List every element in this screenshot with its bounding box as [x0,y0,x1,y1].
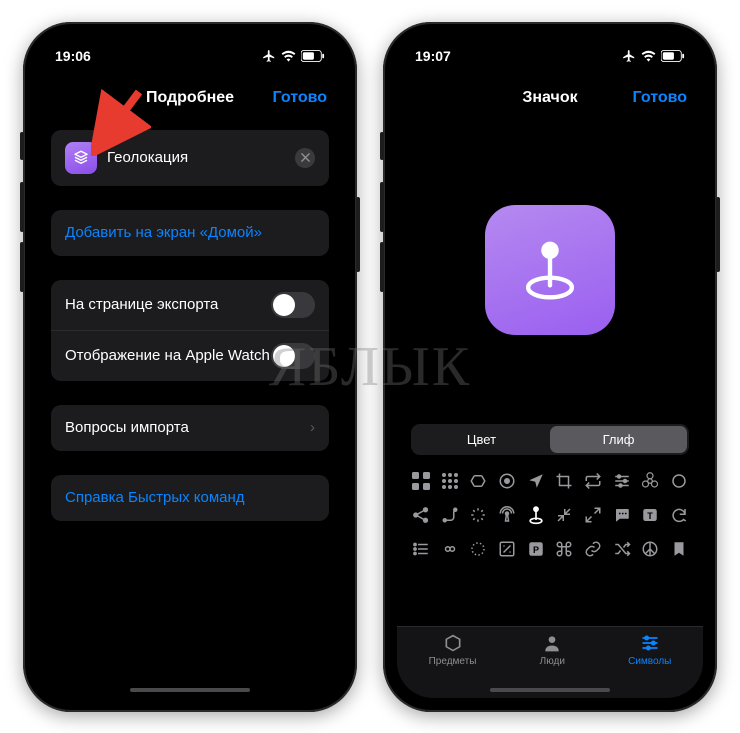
segmented-control[interactable]: Цвет Глиф [411,424,689,455]
status-time: 19:07 [415,48,451,64]
glyph-message-icon[interactable] [610,503,634,527]
glyph-bookmark-icon[interactable] [667,537,691,561]
glyph-sliders-icon[interactable] [610,469,634,493]
person-icon [541,633,563,653]
shortcuts-help-label: Справка Быстрых команд [65,489,245,506]
chevron-right-icon: › [310,419,315,436]
glyph-loading-icon[interactable] [466,503,490,527]
done-button[interactable]: Готово [633,89,687,107]
glyph-shuffle-icon[interactable] [610,537,634,561]
page-title: Значок [522,89,577,107]
svg-text:T: T [648,510,654,520]
glyph-spinner-icon[interactable] [466,537,490,561]
sliders-icon [639,633,661,653]
show-on-watch-row[interactable]: Отображение на Apple Watch [51,331,329,381]
cube-icon [442,633,464,653]
glyph-text-icon[interactable]: T [638,503,662,527]
svg-text:P: P [533,544,539,554]
show-on-watch-toggle[interactable] [271,343,315,369]
glyph-list-icon[interactable] [409,537,433,561]
wifi-icon [281,50,296,62]
tab-objects-label: Предметы [429,656,477,667]
glyph-location-arrow-icon[interactable] [524,469,548,493]
glyph-biohazard-icon[interactable] [638,469,662,493]
glyph-grid-icon[interactable] [409,469,433,493]
glyph-recycle-icon[interactable] [466,469,490,493]
tab-symbols[interactable]: Символы [628,633,671,698]
glyph-arrow-in-icon[interactable] [552,503,576,527]
tab-objects[interactable]: Предметы [429,633,477,698]
status-time: 19:06 [55,48,91,64]
clear-name-button[interactable] [295,148,315,168]
show-on-export-label: На странице экспорта [65,296,218,313]
glyph-arrow-out-icon[interactable] [581,503,605,527]
glyph-signal-icon[interactable] [667,469,691,493]
tab-bar: Предметы Люди Символы [397,626,703,698]
glyph-pin-selected-icon[interactable] [524,503,548,527]
import-questions-label: Вопросы импорта [65,419,189,436]
glyph-refresh-icon[interactable] [667,503,691,527]
battery-icon [661,50,685,62]
glyph-repeat-icon[interactable] [581,469,605,493]
glyph-route-icon[interactable] [438,503,462,527]
glyph-link-icon[interactable] [581,537,605,561]
show-on-watch-label: Отображение на Apple Watch [65,347,270,364]
import-questions-row[interactable]: Вопросы импорта › [51,405,329,451]
home-indicator[interactable] [490,688,610,692]
segment-color[interactable]: Цвет [413,426,550,453]
done-button[interactable]: Готово [273,89,327,107]
glyph-parking-icon[interactable]: P [524,537,548,561]
glyph-podcast-icon[interactable] [495,503,519,527]
navbar: Значок Готово [397,76,703,120]
wifi-icon [641,50,656,62]
battery-icon [301,50,325,62]
page-title: Подробнее [146,89,234,107]
phone-right: 19:07 Значок Готово [383,22,717,712]
show-on-export-row[interactable]: На странице экспорта [51,280,329,331]
add-to-home-label: Добавить на экран «Домой» [65,224,262,241]
home-indicator[interactable] [130,688,250,692]
glyph-command-icon[interactable] [552,537,576,561]
glyph-share-icon[interactable] [409,503,433,527]
navbar: Подробнее Готово [37,76,343,120]
glyph-grid: T P [397,465,703,575]
tab-people-label: Люди [540,656,565,667]
add-to-home-button[interactable]: Добавить на экран «Домой» [51,210,329,256]
segment-glyph[interactable]: Глиф [550,426,687,453]
icon-preview [485,205,615,335]
glyph-resize-icon[interactable] [495,537,519,561]
glyph-crop-icon[interactable] [552,469,576,493]
phone-left: 19:06 Подробнее Готово [23,22,357,712]
glyph-dots-icon[interactable] [438,469,462,493]
callout-arrow [91,86,151,156]
show-on-export-toggle[interactable] [271,292,315,318]
shortcuts-help-button[interactable]: Справка Быстрых команд [51,475,329,521]
glyph-infinity-icon[interactable] [438,537,462,561]
glyph-peace-icon[interactable] [638,537,662,561]
tab-symbols-label: Символы [628,656,671,667]
glyph-target-icon[interactable] [495,469,519,493]
